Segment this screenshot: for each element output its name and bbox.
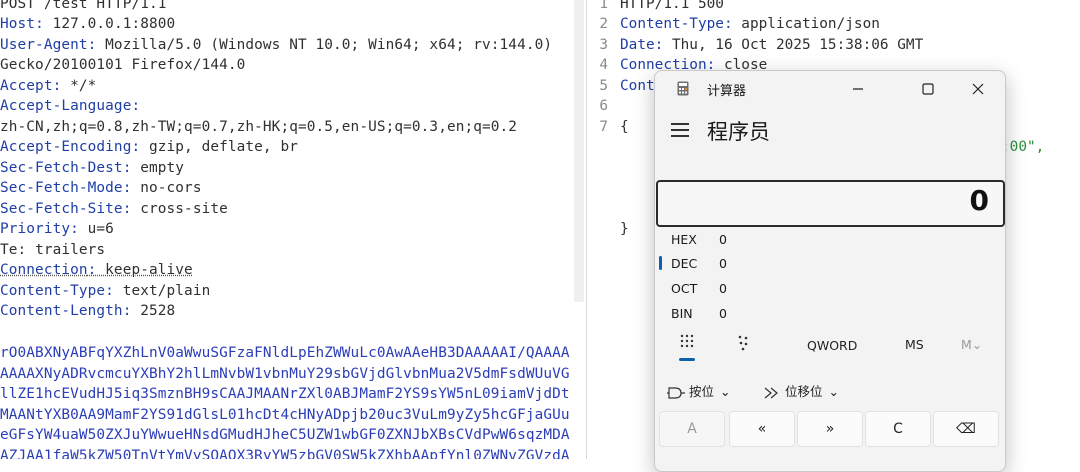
bit-shift-icon [764, 387, 778, 398]
key-left-shift[interactable]: « [729, 411, 795, 447]
base-label: DEC [671, 256, 698, 271]
header-line: Accept: */* [0, 78, 97, 94]
response-status-line: HTTP/1.1 500 [620, 0, 724, 12]
json-partial-value: :00", [1001, 139, 1045, 155]
minimize-icon [853, 88, 863, 90]
word-size-button[interactable]: QWORD [807, 338, 857, 353]
request-editor[interactable]: POST /test HTTP/1.1 Host: 127.0.0.1:8800… [0, 0, 586, 459]
base-row-dec[interactable]: DEC 0 [671, 254, 751, 274]
body-line: AZJAA1faW5kZW50TnVtYmVySQAOX3RyYW5zbGV0S… [0, 448, 570, 459]
key-right-shift[interactable]: » [797, 411, 863, 447]
keypad-icon [680, 334, 694, 348]
line-number: 5 [599, 78, 608, 94]
chevron-down-icon: ⌄ [720, 384, 731, 399]
body-line: AAAAXNyADRvcmcuYXBhY2hlLmNvbW1vbnMuY29sb… [0, 366, 570, 382]
base-label: BIN [671, 306, 693, 321]
selected-base-indicator [659, 256, 662, 270]
base-value: 0 [719, 232, 727, 247]
key-clear[interactable]: C [865, 411, 931, 447]
base-value: 0 [719, 256, 727, 271]
calculator-display: 0 [656, 180, 1005, 227]
response-header: Date: Thu, 16 Oct 2025 15:38:06 GMT [620, 37, 924, 53]
maximize-button[interactable] [905, 71, 951, 107]
backspace-icon: ⌫ [956, 421, 976, 437]
maximize-icon [922, 83, 934, 95]
calculator-app-icon [677, 81, 689, 96]
header-line: Priority: u=6 [0, 221, 114, 237]
close-button[interactable] [955, 71, 1001, 107]
header-line: Te: trailers [0, 242, 106, 258]
body-line: llZE1hcEVudHJ5iq3SmznBH9sCAAJMAANrZXl0AB… [0, 386, 570, 402]
base-value: 0 [719, 306, 727, 321]
chevron-down-icon: ⌄ [828, 384, 839, 399]
header-line: Accept-Encoding: gzip, deflate, br [0, 139, 298, 155]
response-header: Content-Type: application/json [620, 16, 880, 32]
memory-view-button[interactable]: M⌄ [961, 337, 982, 352]
bitwise-dropdown[interactable]: 按位 ⌄ [667, 381, 730, 400]
minimize-button[interactable] [835, 71, 881, 107]
base-value: 0 [719, 281, 727, 296]
header-line: Connection: keep-alive [0, 262, 193, 278]
bit-toggle-icon [738, 335, 748, 351]
header-line: Accept-Language: [0, 98, 141, 114]
base-row-hex[interactable]: HEX 0 [671, 230, 751, 250]
header-line: User-Agent: Mozilla/5.0 (Windows NT 10.0… [0, 37, 553, 53]
body-line: MAANtYXB0AA9MamF2YS91dGlsL01hcDt4cHNyADp… [0, 407, 570, 423]
json-brace-open: { [620, 119, 629, 135]
memory-store-button[interactable]: MS [905, 337, 924, 352]
bit-toggle-keypad-tab[interactable] [737, 335, 751, 354]
json-brace-close: } [620, 221, 629, 237]
line-number: 7 [599, 119, 608, 135]
vertical-scrollbar[interactable] [574, 0, 584, 302]
calculator-window[interactable]: 计算器 程序员 0 HEX 0 DEC 0 OCT 0 BIN 0 QWORD MS M… [654, 70, 1006, 472]
hamburger-menu-icon[interactable] [671, 123, 689, 137]
header-line: Sec-Fetch-Dest: empty [0, 160, 185, 176]
base-row-oct[interactable]: OCT 0 [671, 279, 751, 299]
calculator-titlebar[interactable]: 计算器 [655, 71, 1005, 107]
header-line: Host: 127.0.0.1:8800 [0, 16, 176, 32]
body-line: rO0ABXNyABFqYXZhLnV0aWwuSGFzaFNldLpEhZWW… [0, 345, 570, 361]
close-icon [972, 83, 984, 95]
request-line: POST /test HTTP/1.1 [0, 0, 167, 12]
header-continuation: zh-CN,zh;q=0.8,zh-TW;q=0.7,zh-HK;q=0.5,e… [0, 119, 518, 135]
key-backspace[interactable]: ⌫ [933, 411, 999, 447]
full-keypad-tab[interactable] [680, 334, 694, 353]
line-number: 4 [599, 57, 608, 73]
header-continuation: Gecko/20100101 Firefox/144.0 [0, 57, 246, 73]
calculator-mode-title: 程序员 [707, 120, 770, 144]
base-label: HEX [671, 232, 697, 247]
chevron-down-icon: ⌄ [971, 337, 983, 352]
bitshift-dropdown[interactable]: 位移位 ⌄ [763, 381, 839, 400]
line-number: 2 [599, 16, 608, 32]
base-row-bin[interactable]: BIN 0 [671, 304, 751, 324]
display-value: 0 [969, 184, 989, 217]
header-line: Content-Type: text/plain [0, 283, 211, 299]
window-title: 计算器 [707, 84, 747, 99]
header-line: Sec-Fetch-Mode: no-cors [0, 180, 202, 196]
key-a[interactable]: A [659, 411, 725, 447]
active-tab-indicator [679, 358, 695, 361]
line-number: 3 [599, 37, 608, 53]
line-number: 1 [599, 0, 608, 12]
header-line: Content-Length: 2528 [0, 303, 176, 319]
logic-gate-icon [667, 386, 685, 399]
header-line: Sec-Fetch-Site: cross-site [0, 201, 228, 217]
base-label: OCT [671, 281, 698, 296]
response-header: Cont [620, 78, 655, 94]
body-line: eGFsYW4uaW50ZXJuYWwueHNsdGMudHJheC5UZW1w… [0, 427, 570, 443]
line-number: 6 [599, 98, 608, 114]
